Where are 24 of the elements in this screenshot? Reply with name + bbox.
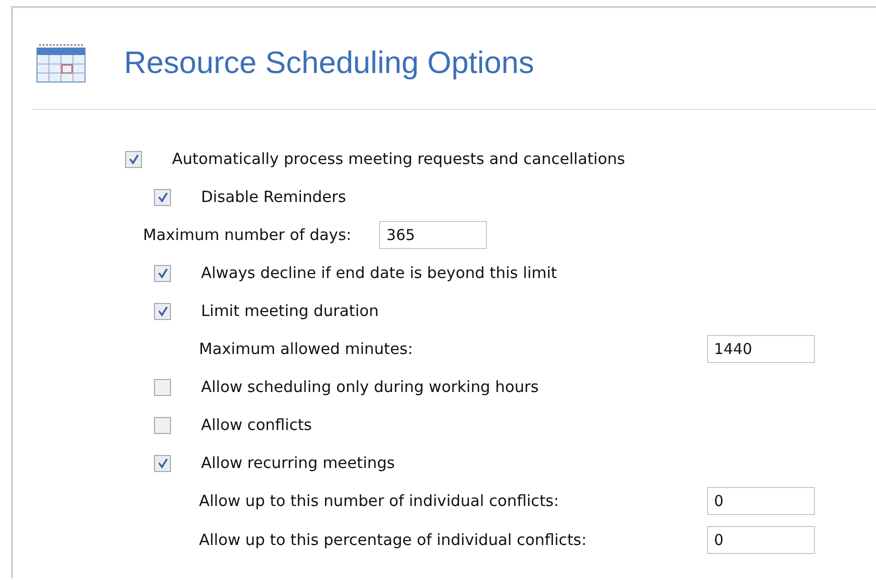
input-field[interactable]: 1440: [707, 335, 815, 363]
checkbox-label: Limit meeting duration: [201, 302, 379, 320]
field-label: Maximum number of days:: [143, 226, 352, 244]
field-label: Allow up to this number of individual conflicts:: [199, 492, 560, 510]
checkbox[interactable]: [154, 378, 171, 396]
field-label: Maximum allowed minutes:: [199, 340, 414, 358]
input-field[interactable]: 0: [707, 526, 815, 554]
checkbox-label: Always decline if end date is beyond this limit: [201, 264, 557, 282]
checkbox-label: Automatically process meeting requests and cancellations: [172, 150, 626, 168]
calendar-icon: [36, 42, 88, 84]
checkbox[interactable]: [154, 302, 171, 320]
checkbox[interactable]: [154, 188, 171, 206]
input-field[interactable]: 0: [707, 487, 815, 515]
input-field[interactable]: 365: [379, 221, 488, 249]
checkbox[interactable]: [154, 454, 171, 472]
checkbox-label: Allow conflicts: [201, 416, 312, 434]
checkbox-label: Allow scheduling only during working hours: [201, 378, 539, 396]
checkbox[interactable]: [154, 416, 171, 434]
checkbox-label: Disable Reminders: [201, 188, 346, 206]
page-title: Resource Scheduling Options: [124, 45, 534, 81]
checkbox[interactable]: [125, 150, 142, 168]
checkbox[interactable]: [154, 264, 171, 282]
field-label: Allow up to this percentage of individual conflicts:: [199, 531, 588, 549]
checkbox-label: Allow recurring meetings: [201, 454, 395, 472]
